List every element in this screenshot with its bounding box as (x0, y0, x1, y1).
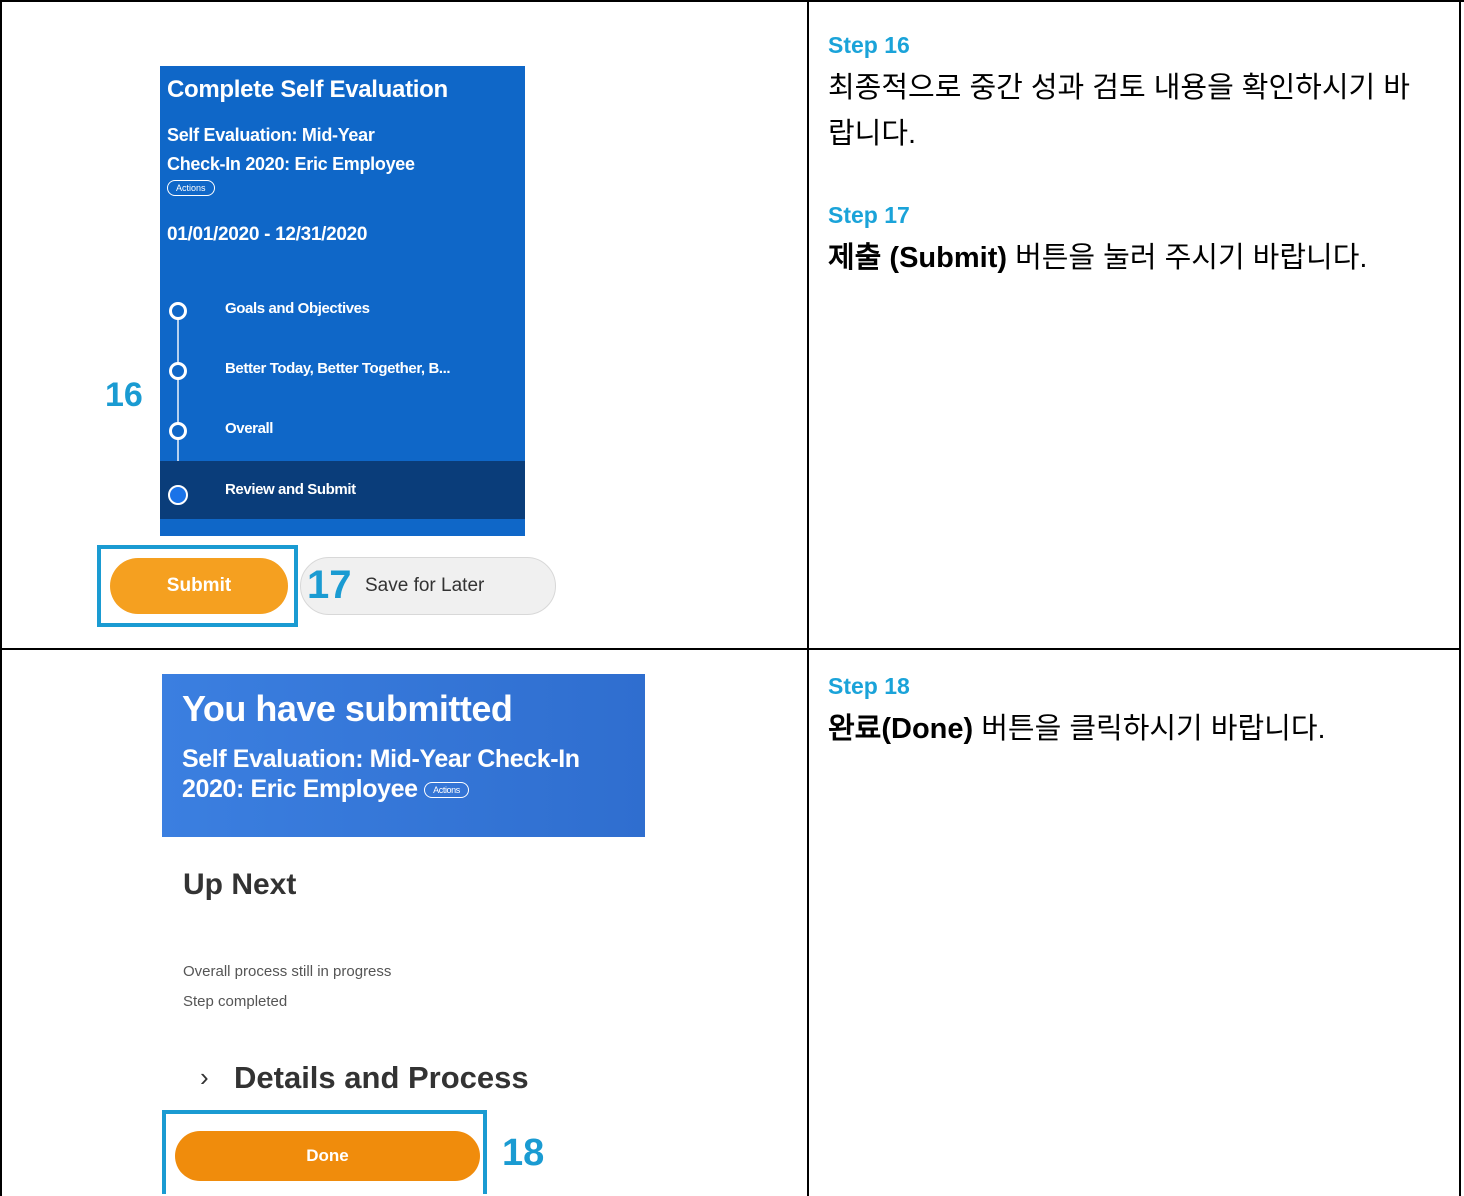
self-evaluation-panel: Complete Self Evaluation Self Evaluation… (160, 66, 525, 536)
step-17-rest: 버튼을 눌러 주시기 바랍니다. (1007, 242, 1368, 274)
submitted-subtitle-line-2: 2020: Eric Employee Actions (182, 774, 642, 804)
step-circle-icon (169, 302, 187, 320)
step-overall[interactable]: Overall (160, 401, 525, 459)
step-16-text: 최종적으로 중간 성과 검토 내용을 확인하시기 바랍니다. (828, 72, 1410, 150)
subtitle-line-1: Self Evaluation: Mid-Year (167, 125, 375, 145)
step-status: Step completed (183, 993, 288, 1010)
step-review-and-submit[interactable]: Review and Submit (160, 461, 525, 519)
submitted-title: You have submitted (182, 688, 513, 729)
step-17-heading: Step 17 (828, 202, 910, 228)
table-border-right (1459, 0, 1461, 1196)
panel-title: Complete Self Evaluation (167, 76, 448, 103)
annotation-17: 17 (307, 563, 352, 607)
step-circle-icon (169, 362, 187, 380)
step-18-heading: Step 18 (828, 673, 910, 699)
step-goals-and-objectives[interactable]: Goals and Objectives (160, 281, 525, 339)
table-border-left (0, 0, 2, 1196)
annotation-16: 16 (105, 376, 143, 414)
panel-subtitle: Self Evaluation: Mid-Year Check-In 2020:… (167, 121, 497, 179)
annotation-18: 18 (502, 1132, 545, 1174)
step-label: Goals and Objectives (225, 300, 370, 317)
up-next-heading: Up Next (183, 868, 297, 901)
table-divider-vertical (807, 0, 809, 1196)
step-17-bold: 제출 (Submit) (828, 242, 1008, 274)
step-18-bold: 완료(Done) (828, 713, 974, 745)
step-circle-icon (169, 422, 187, 440)
submitted-subtitle-line-2-text: 2020: Eric Employee (182, 775, 418, 803)
table-border-top (0, 0, 1464, 2)
subtitle-line-2: Check-In 2020: Eric Employee (167, 154, 415, 174)
step-17-text: 제출 (Submit) 버튼을 눌러 주시기 바랍니다. (828, 235, 1428, 281)
chevron-right-icon[interactable]: › (200, 1062, 209, 1093)
submitted-banner: You have submitted Self Evaluation: Mid-… (162, 674, 645, 837)
date-range: 01/01/2020 - 12/31/2020 (167, 224, 368, 245)
step-label: Overall (225, 420, 274, 437)
table-divider-horizontal (0, 648, 1461, 650)
step-label: Review and Submit (225, 481, 356, 498)
details-and-process-link[interactable]: Details and Process (234, 1060, 529, 1096)
submitted-subtitle-line-1: Self Evaluation: Mid-Year Check-In (182, 745, 580, 773)
process-status: Overall process still in progress (183, 963, 392, 980)
step-label: Better Today, Better Together, B... (225, 360, 451, 377)
actions-pill[interactable]: Actions (424, 782, 469, 799)
step-16-heading: Step 16 (828, 32, 910, 58)
actions-pill[interactable]: Actions (167, 180, 215, 196)
submit-button[interactable]: Submit (110, 558, 288, 614)
step-better-today[interactable]: Better Today, Better Together, B... (160, 341, 525, 399)
step-active-circle-icon (168, 485, 188, 505)
done-button[interactable]: Done (175, 1131, 480, 1181)
step-18-text: 완료(Done) 버튼을 클릭하시기 바랍니다. (828, 706, 1428, 752)
step-18-rest: 버튼을 클릭하시기 바랍니다. (973, 713, 1326, 745)
submitted-subtitle: Self Evaluation: Mid-Year Check-In 2020:… (182, 744, 642, 804)
actions-button[interactable]: Actions (167, 178, 215, 196)
